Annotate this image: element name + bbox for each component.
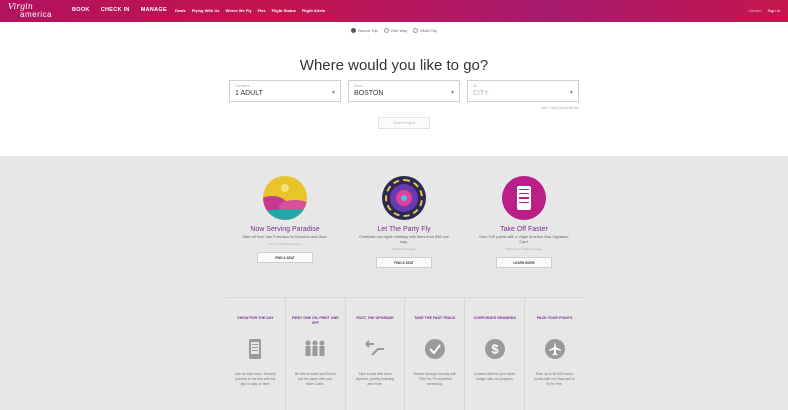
chevron-down-icon: ▼ <box>569 90 574 96</box>
promo-party: Let The Party Fly Celebrate our eighth b… <box>349 176 459 268</box>
trip-label: Round Trip <box>358 28 378 33</box>
promo-paradise: Now Serving Paradise Take off from San F… <box>230 176 340 263</box>
trip-one-way[interactable]: One Way <box>383 28 408 33</box>
radio-icon[interactable] <box>383 28 389 33</box>
account-nav: elevate Sign In <box>749 8 780 13</box>
find-a-seat-button[interactable]: FIND A SEAT <box>257 252 313 263</box>
logo-word: america <box>20 10 52 19</box>
party-illustration-icon <box>382 176 426 220</box>
perk-title: PACK YOUR POINTS <box>536 316 573 320</box>
trip-label: Multi City <box>420 28 437 33</box>
perk-title: PSST, THE UPGRADE <box>356 316 394 320</box>
promo-terms[interactable]: Restrictions apply. <box>349 247 459 251</box>
main-nav: BOOK CHECK IN MANAGE <box>72 7 167 13</box>
perk-title: CORPORATE REWARDS <box>473 316 516 320</box>
paradise-illustration-icon <box>263 176 307 220</box>
promo-terms[interactable]: Terms & conditions apply. <box>230 242 340 246</box>
perk-corporate-rewards[interactable]: CORPORATE REWARDS $ A sweet deal for you… <box>464 298 524 410</box>
nav-check-in[interactable]: CHECK IN <box>101 7 130 13</box>
plane-icon <box>544 338 566 360</box>
promo-title: Let The Party Fly <box>377 226 431 233</box>
airport-hint: New: Every Airport Airlines <box>541 106 579 110</box>
perk-description: Take a seat with extra legroom, priority… <box>355 372 395 386</box>
promo-description: Take off from San Francisco to Honolulu … <box>242 235 328 239</box>
sign-in-link[interactable]: Sign In <box>768 8 780 13</box>
field-value: 1 ADULT <box>235 90 263 97</box>
find-a-seat-button[interactable]: FIND A SEAT <box>376 257 432 268</box>
trip-multi-city[interactable]: Multi City <box>413 28 437 33</box>
dollar-icon: $ <box>484 338 506 360</box>
nav-book[interactable]: BOOK <box>72 7 90 13</box>
field-placeholder: CITY <box>473 90 489 97</box>
nav-flying-with-us[interactable]: Flying With Us <box>192 8 220 13</box>
promo-description: Earn 10K points with a Virgin America Vi… <box>479 235 569 244</box>
chevron-down-icon: ▼ <box>331 90 336 96</box>
trip-label: One Way <box>390 28 408 33</box>
elevate-link[interactable]: elevate <box>749 8 762 13</box>
perk-description: Breeze through security with TSA Pre✓® e… <box>413 372 457 386</box>
perk-description: A sweet deal for your travel budget with… <box>474 372 516 381</box>
perk-title: SHOW FOR THE DAY <box>237 316 274 320</box>
perk-description: Earn up to 50,000 bonus points with our … <box>534 372 575 386</box>
perk-upgrade[interactable]: PSST, THE UPGRADE Take a seat with extra… <box>344 298 405 410</box>
perk-pack-your-points[interactable]: PACK YOUR POINTS Earn up to 50,000 bonus… <box>524 298 584 410</box>
radio-icon[interactable] <box>413 28 419 33</box>
field-label: Travelers <box>235 84 250 88</box>
field-value: BOSTON <box>354 90 384 97</box>
credit-card-icon <box>502 176 546 220</box>
field-label: To <box>473 84 477 88</box>
to-select[interactable]: To CITY ▼ <box>467 80 579 102</box>
page-headline: Where would you like to go? <box>299 57 489 74</box>
perk-first-one-on[interactable]: FIRST ONE ON, FIRST ONE OFF Be first to … <box>284 298 345 410</box>
check-icon <box>424 338 446 360</box>
promo-terms[interactable]: Terms and conditions apply. <box>469 247 579 251</box>
perk-fast-track[interactable]: TAKE THE FAST TRACK Breeze through secur… <box>404 298 464 410</box>
search-flights-button[interactable]: Search Flights <box>378 117 430 129</box>
phone-icon <box>244 338 266 360</box>
perk-title: FIRST ONE ON, FIRST ONE OFF <box>291 316 339 325</box>
perk-title: TAKE THE FAST TRACK <box>414 316 456 320</box>
perk-description: Be first to board and first to exit the … <box>294 372 336 386</box>
nav-flex[interactable]: Flex <box>258 8 266 13</box>
nav-flight-alerts[interactable]: Flight Alerts <box>302 8 325 13</box>
promo-description: Celebrate our eighth birthday with fares… <box>359 235 449 244</box>
promo-title: Take Off Faster <box>500 226 548 233</box>
svg-text:$: $ <box>491 342 499 357</box>
promo-faster: Take Off Faster Earn 10K points with a V… <box>469 176 579 268</box>
trip-type-selector: Round Trip One Way Multi City <box>0 28 788 33</box>
nav-flight-status[interactable]: Flight Status <box>272 8 296 13</box>
virgin-america-logo[interactable]: Virgin america <box>6 2 60 20</box>
nav-manage[interactable]: MANAGE <box>141 7 167 13</box>
learn-more-button[interactable]: LEARN MORE <box>496 257 552 268</box>
nav-where-we-fly[interactable]: Where We Fly <box>225 8 251 13</box>
radio-icon[interactable] <box>351 28 357 33</box>
sub-nav: Deals Flying With Us Where We Fly Flex F… <box>175 8 325 13</box>
field-label: From <box>354 84 363 88</box>
promo-title: Now Serving Paradise <box>250 226 320 233</box>
chevron-down-icon: ▼ <box>450 90 455 96</box>
travelers-select[interactable]: Travelers 1 ADULT ▼ <box>229 80 341 102</box>
nav-deals[interactable]: Deals <box>175 8 186 13</box>
perk-description: Use an Acre seat / Security preview to t… <box>234 372 276 386</box>
top-nav: Virgin america BOOK CHECK IN MANAGE Deal… <box>0 0 788 22</box>
people-icon <box>304 338 326 360</box>
perks-grid: SHOW FOR THE DAY Use an Acre seat / Secu… <box>226 297 584 410</box>
perk-show-for-the-day[interactable]: SHOW FOR THE DAY Use an Acre seat / Secu… <box>226 298 285 410</box>
from-select[interactable]: From BOSTON ▼ <box>348 80 460 102</box>
arrow-icon <box>364 338 386 360</box>
trip-round-trip[interactable]: Round Trip <box>351 28 378 33</box>
